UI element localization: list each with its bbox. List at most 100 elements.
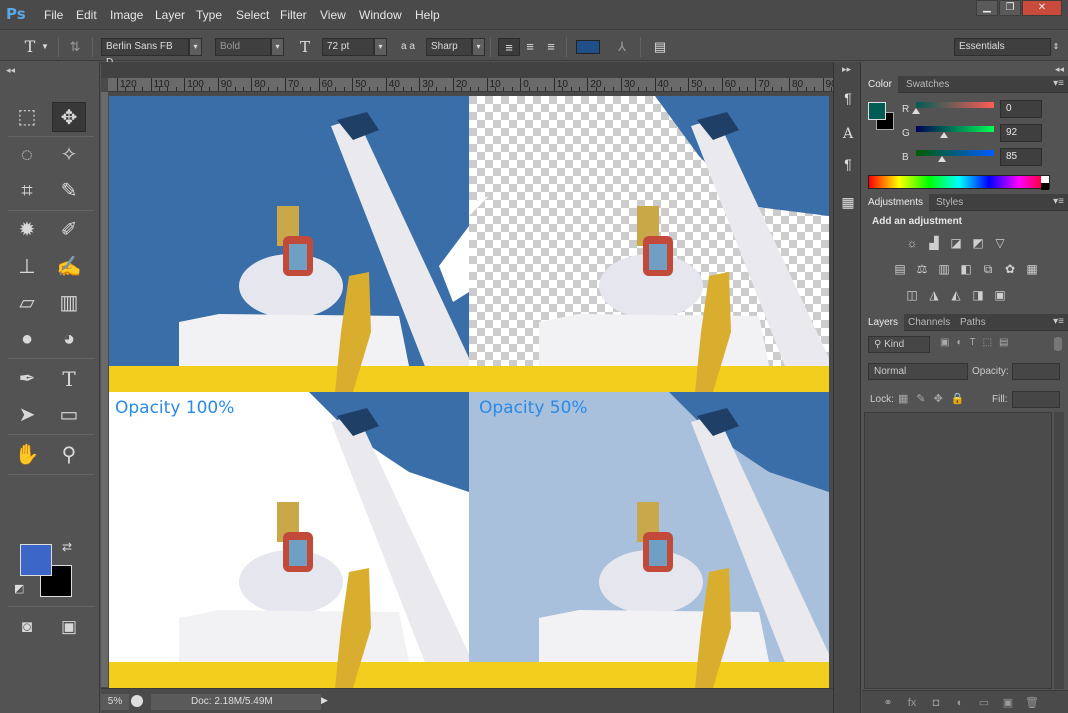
black-white-ramp[interactable] — [1041, 176, 1049, 190]
minimize-button[interactable]: ▁ — [976, 0, 998, 16]
font-family-select[interactable]: Berlin Sans FB D... — [101, 38, 189, 68]
layers-scrollbar[interactable] — [1054, 412, 1064, 689]
link-icon[interactable]: ⚭ — [880, 695, 896, 711]
default-colors-icon[interactable]: ◩ — [14, 582, 24, 595]
maximize-button[interactable]: ❐ — [999, 0, 1021, 16]
paragraph-panel-icon[interactable]: ¶ — [838, 154, 858, 174]
menu-edit[interactable]: Edit — [76, 8, 97, 22]
quick-mask-icon[interactable]: ◙ — [10, 612, 44, 642]
character-panel-icon[interactable]: A — [838, 124, 858, 144]
healing-brush-tool-icon[interactable]: ✹ — [10, 215, 44, 245]
bw-icon[interactable]: ◧ — [958, 262, 974, 276]
type-tool-icon[interactable]: T — [52, 364, 86, 394]
blend-mode-select[interactable]: Normal — [868, 363, 968, 380]
menu-file[interactable]: File — [44, 8, 63, 22]
layers-panel-menu-icon[interactable]: ▾≡ — [1053, 316, 1064, 327]
foreground-color-swatch[interactable] — [20, 544, 52, 576]
history-panel-icon[interactable]: ¶ — [838, 88, 858, 108]
hue-icon[interactable]: ⚖ — [914, 262, 930, 276]
gradient-tool-icon[interactable]: ▥ — [52, 288, 86, 318]
anti-alias-dropdown-icon[interactable]: ▾ — [472, 38, 485, 56]
tab-layers[interactable]: Layers — [862, 314, 905, 331]
green-slider-thumb[interactable] — [940, 132, 949, 138]
zoom-level[interactable]: 5% — [101, 694, 129, 710]
lasso-tool-icon[interactable]: ◌ — [10, 140, 44, 170]
menu-layer[interactable]: Layer — [155, 8, 185, 22]
path-selection-tool-icon[interactable]: ➤ — [10, 400, 44, 430]
eyedropper-tool-icon[interactable]: ✎ — [52, 176, 86, 206]
type-tool-icon[interactable]: T — [20, 38, 40, 56]
properties-panel-icon[interactable]: ▦ — [838, 192, 858, 212]
tab-color[interactable]: Color — [862, 76, 898, 93]
tab-channels[interactable]: Channels — [902, 314, 956, 331]
green-slider-track[interactable] — [916, 126, 994, 138]
blue-slider-thumb[interactable] — [937, 156, 946, 162]
close-button[interactable]: ✕ — [1022, 0, 1062, 16]
menu-select[interactable]: Select — [236, 8, 269, 22]
levels-icon[interactable]: ▟ — [926, 236, 942, 250]
collapse-panels-icon[interactable]: ▸▸ — [842, 64, 851, 75]
menu-view[interactable]: View — [320, 8, 346, 22]
posterize-icon[interactable]: ◮ — [926, 288, 942, 302]
blur-tool-icon[interactable]: ● — [10, 324, 44, 354]
dodge-tool-icon[interactable]: ◕ — [52, 324, 86, 354]
eraser-tool-icon[interactable]: ▱ — [10, 288, 44, 318]
zoom-tool-icon[interactable]: ⚲ — [52, 440, 86, 470]
gradient-fill-icon[interactable]: ▣ — [992, 288, 1008, 302]
red-value-input[interactable]: 0 — [1000, 100, 1042, 118]
trash-icon[interactable]: 🗑 — [1024, 695, 1040, 711]
color-panel-menu-icon[interactable]: ▾≡ — [1053, 78, 1064, 89]
lock-icons[interactable]: ▦✎✥🔒 — [898, 392, 978, 405]
channel-mixer-icon[interactable]: ✿ — [1002, 262, 1018, 276]
fx-icon[interactable]: fx — [904, 695, 920, 711]
red-slider-track[interactable] — [912, 102, 994, 114]
tab-styles[interactable]: Styles — [930, 194, 969, 211]
crop-tool-icon[interactable]: ⌗ — [10, 176, 44, 206]
tab-swatches[interactable]: Swatches — [900, 76, 955, 93]
anti-alias-select[interactable]: Sharp — [426, 38, 472, 56]
workspace-select[interactable]: Essentials — [954, 38, 1051, 56]
text-orientation-icon[interactable]: ⇅ — [66, 38, 84, 56]
screen-mode-icon[interactable]: ▣ — [52, 612, 86, 642]
document-size-info[interactable]: Doc: 2.18M/5.49M — [151, 694, 321, 710]
tool-preset-chevron-icon[interactable]: ▼ — [40, 38, 50, 56]
gradient-map-icon[interactable]: ▽ — [992, 236, 1008, 250]
marquee-tool-icon[interactable]: ⬚ — [10, 102, 44, 132]
status-menu-arrow-icon[interactable]: ▶ — [321, 695, 328, 706]
photo-filter-icon[interactable]: ⧉ — [980, 262, 996, 276]
layer-filter-icons[interactable]: ▣◐T⬚▤ — [940, 337, 1052, 353]
character-panel-icon[interactable]: ▤ — [650, 38, 670, 56]
layer-filter-toggle[interactable] — [1054, 337, 1062, 351]
blue-slider-track[interactable] — [916, 150, 994, 162]
blue-value-input[interactable]: 85 — [1000, 148, 1042, 166]
tab-adjustments[interactable]: Adjustments — [862, 194, 930, 211]
fill-input[interactable] — [1012, 391, 1060, 408]
panel-foreground-color[interactable] — [868, 102, 886, 120]
vibrance-icon[interactable]: ▤ — [892, 262, 908, 276]
move-tool-icon[interactable]: ✥ — [52, 102, 86, 132]
align-center-icon[interactable]: ≡ — [520, 38, 540, 56]
rectangle-tool-icon[interactable]: ▭ — [52, 400, 86, 430]
group-icon[interactable]: ▭ — [976, 695, 992, 711]
brightness-icon[interactable]: ☼ — [904, 236, 920, 250]
align-right-icon[interactable]: ≡ — [541, 38, 561, 56]
color-balance-icon[interactable]: ▥ — [936, 262, 952, 276]
invert-icon[interactable]: ◫ — [904, 288, 920, 302]
layers-list[interactable] — [864, 412, 1052, 689]
text-color-swatch[interactable] — [576, 40, 600, 54]
menu-filter[interactable]: Filter — [280, 8, 307, 22]
panel-dock-collapse-icon[interactable]: ◂◂ — [1055, 64, 1064, 75]
selective-color-icon[interactable]: ◨ — [970, 288, 986, 302]
font-style-select[interactable]: Bold — [215, 38, 271, 56]
font-size-select[interactable]: 72 pt — [322, 38, 374, 56]
magic-wand-tool-icon[interactable]: ✧ — [52, 140, 86, 170]
menu-window[interactable]: Window — [359, 8, 402, 22]
menu-image[interactable]: Image — [110, 8, 143, 22]
menu-help[interactable]: Help — [415, 8, 440, 22]
document-image[interactable]: Opacity 100% Opacity 50% — [109, 96, 829, 688]
mask-icon[interactable]: ◘ — [928, 695, 944, 711]
swap-colors-icon[interactable]: ⇄ — [62, 540, 72, 554]
green-value-input[interactable]: 92 — [1000, 124, 1042, 142]
font-family-dropdown-icon[interactable]: ▾ — [189, 38, 202, 56]
new-layer-icon[interactable]: ▣ — [1000, 695, 1016, 711]
